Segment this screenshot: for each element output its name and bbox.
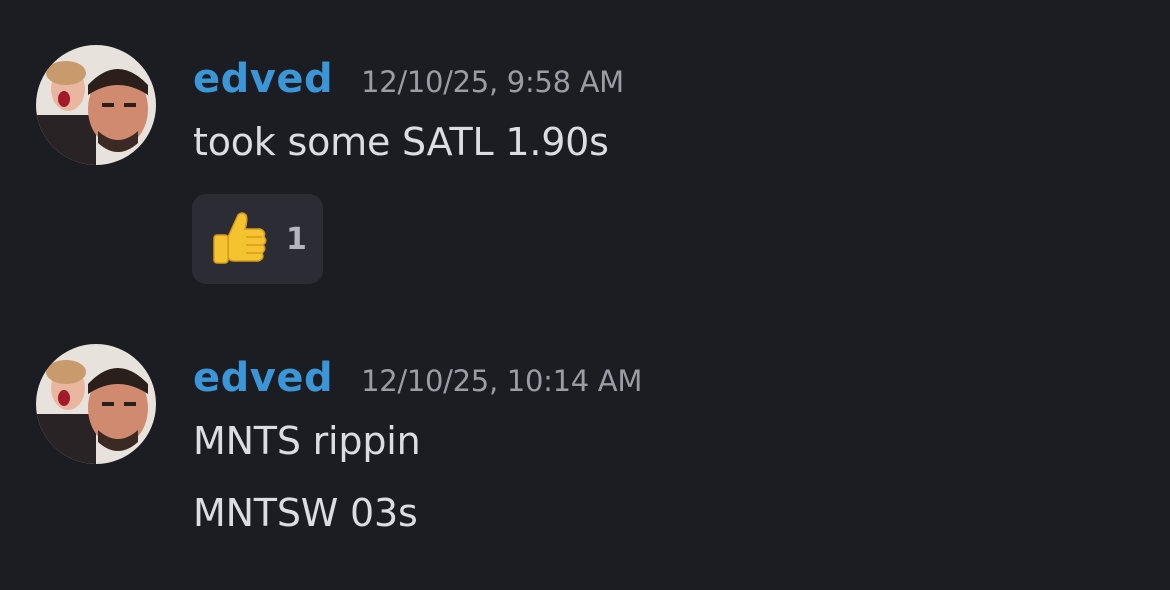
- reaction-count: 1: [286, 221, 307, 257]
- username[interactable]: edved: [193, 355, 333, 401]
- avatar[interactable]: [36, 344, 156, 464]
- thumbs-up-icon: [213, 212, 267, 264]
- reaction-button[interactable]: 1: [192, 194, 323, 284]
- message-text: took some SATL 1.90s: [193, 120, 609, 164]
- chat-message-list: edved 12/10/25, 9:58 AM took some SATL 1…: [0, 0, 1170, 590]
- message-header: edved 12/10/25, 9:58 AM: [193, 56, 624, 102]
- avatar[interactable]: [36, 45, 156, 165]
- message-text: MNTSW 03s: [193, 491, 418, 535]
- avatar-photo-icon: [36, 344, 156, 464]
- username[interactable]: edved: [193, 56, 333, 102]
- timestamp: 12/10/25, 9:58 AM: [361, 65, 624, 99]
- message-header: edved 12/10/25, 10:14 AM: [193, 355, 642, 401]
- avatar-photo-icon: [36, 45, 156, 165]
- message-text: MNTS rippin: [193, 419, 421, 463]
- timestamp: 12/10/25, 10:14 AM: [361, 364, 643, 398]
